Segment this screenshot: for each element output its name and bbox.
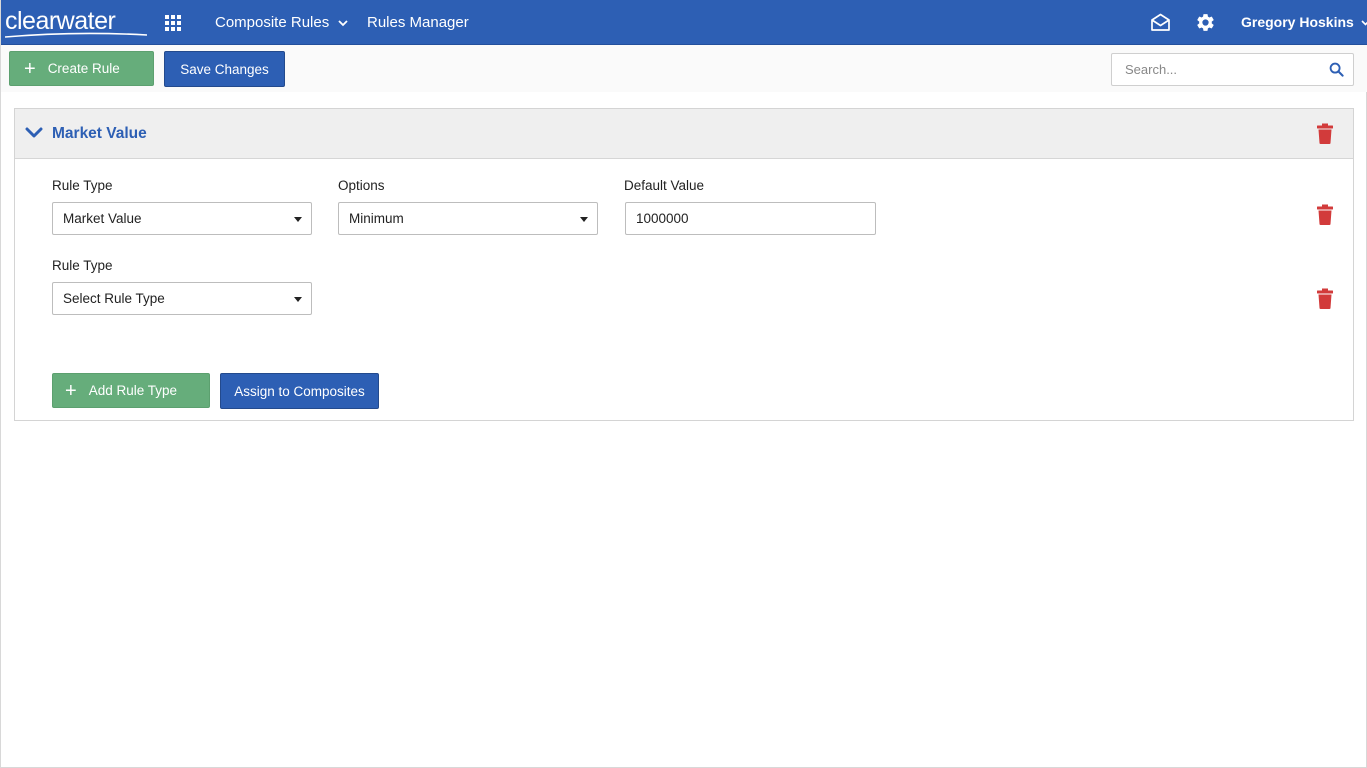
app-frame: clearwater Composite Rules Rules Manager: [0, 0, 1367, 768]
trash-icon[interactable]: [1316, 288, 1334, 309]
toolbar: + Create Rule Save Changes: [1, 45, 1367, 92]
rule-type-selected-value: Select Rule Type: [63, 291, 165, 306]
nav-composite-rules-menu[interactable]: Composite Rules: [215, 0, 349, 45]
rule-panel-title[interactable]: Market Value: [52, 109, 147, 159]
user-menu[interactable]: Gregory Hoskins: [1241, 0, 1367, 45]
trash-icon[interactable]: [1316, 123, 1334, 144]
add-rule-type-button[interactable]: + Add Rule Type: [52, 373, 210, 408]
nav-composite-rules-label: Composite Rules: [215, 14, 330, 31]
options-select[interactable]: Minimum: [338, 202, 598, 235]
plus-icon: +: [65, 379, 77, 402]
search-input[interactable]: [1112, 54, 1322, 85]
chevron-down-icon: [1361, 20, 1367, 26]
search-box: [1111, 53, 1354, 86]
assign-to-composites-button[interactable]: Assign to Composites: [220, 373, 379, 409]
plus-icon: +: [24, 57, 36, 80]
rule-panel: Market Value Rule Type Market Value Opti…: [14, 108, 1354, 421]
rule-panel-header: Market Value: [15, 109, 1353, 159]
mail-icon[interactable]: [1150, 12, 1171, 33]
options-label: Options: [338, 178, 385, 193]
caret-down-icon: [294, 217, 302, 222]
search-icon[interactable]: [1329, 62, 1344, 77]
default-value-label: Default Value: [624, 178, 705, 193]
caret-down-icon: [294, 297, 302, 302]
create-rule-label: Create Rule: [47, 61, 120, 76]
caret-down-icon: [580, 217, 588, 222]
default-value-input[interactable]: [625, 202, 876, 235]
top-navigation-bar: clearwater Composite Rules Rules Manager: [1, 0, 1367, 45]
logo-text: clearwater: [5, 7, 116, 35]
add-rule-type-label: Add Rule Type: [88, 383, 177, 398]
save-changes-button[interactable]: Save Changes: [164, 51, 285, 87]
options-selected-value: Minimum: [349, 211, 404, 226]
apps-grid-icon[interactable]: [164, 14, 182, 32]
rule-type-label: Rule Type: [52, 258, 113, 273]
rule-type-select[interactable]: Select Rule Type: [52, 282, 312, 315]
gear-icon[interactable]: [1195, 12, 1216, 33]
nav-rules-manager[interactable]: Rules Manager: [367, 0, 469, 45]
user-name: Gregory Hoskins: [1241, 14, 1354, 30]
rule-type-selected-value: Market Value: [63, 211, 142, 226]
rule-type-select[interactable]: Market Value: [52, 202, 312, 235]
trash-icon[interactable]: [1316, 204, 1334, 225]
rule-type-label: Rule Type: [52, 178, 113, 193]
logo-swoosh-icon: [5, 32, 147, 38]
clearwater-logo[interactable]: clearwater: [5, 6, 147, 38]
chevron-down-icon: [338, 19, 349, 26]
create-rule-button[interactable]: + Create Rule: [9, 51, 154, 86]
collapse-chevron-icon[interactable]: [25, 126, 43, 140]
